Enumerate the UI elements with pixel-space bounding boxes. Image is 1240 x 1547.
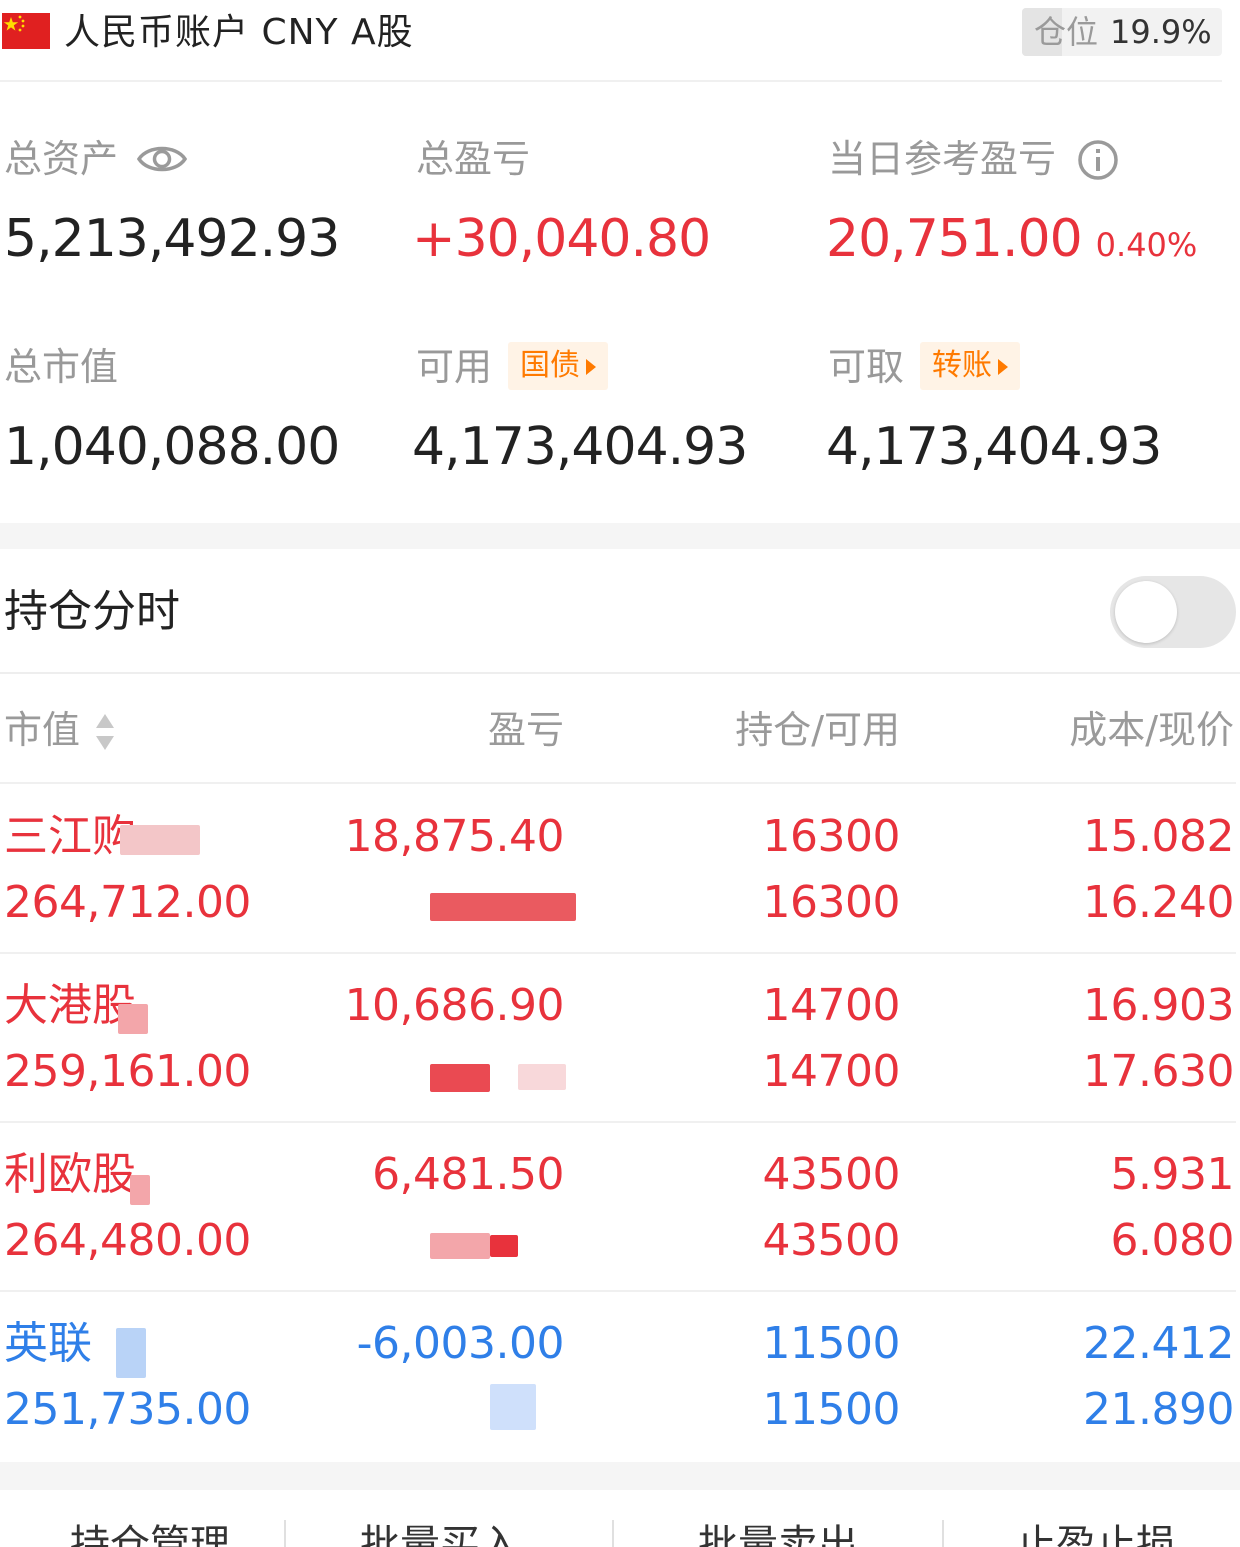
toolbar-batch-buy[interactable]: 批量买入 [290, 1520, 590, 1547]
profit-loss: 6,481.50 [372, 1149, 564, 1200]
total-pl-value: +30,040.80 [412, 209, 711, 269]
stock-name: 英联 [4, 1318, 92, 1369]
position-value: 19.9% [1110, 13, 1212, 51]
available-label-row: 可用 国债 [416, 342, 609, 392]
daily-pl-row: 20,751.00 0.40% [826, 204, 1197, 280]
current-price: 16.240 [1083, 877, 1234, 928]
divider [0, 672, 1240, 674]
daily-pl-label: 当日参考盈亏 [828, 137, 1057, 181]
market-value-value: 1,040,088.00 [4, 417, 340, 477]
holdings-timeshare-toggle[interactable] [1110, 576, 1236, 648]
col-position-available: 持仓/可用 [735, 708, 900, 752]
toolbar-batch-sell[interactable]: 批量卖出 [628, 1520, 928, 1547]
account-header: 人民币账户 CNY A股 仓位 19.9% [0, 0, 1240, 80]
caret-right-icon [586, 358, 597, 375]
privacy-mask [130, 1175, 150, 1205]
market-value: 264,712.00 [4, 877, 251, 928]
stock-name: 三江购 [4, 811, 136, 862]
section-gap [0, 1462, 1240, 1490]
divider [612, 1520, 614, 1547]
privacy-mask [490, 1384, 536, 1430]
total-pl-label: 总盈亏 [416, 137, 531, 181]
transfer-tag-label: 转账 [932, 348, 993, 383]
divider [942, 1520, 944, 1547]
available-qty: 11500 [762, 1384, 901, 1435]
privacy-mask [116, 1328, 146, 1378]
withdrawable-label-row: 可取 转账 [828, 342, 1021, 392]
position-qty: 43500 [762, 1149, 901, 1200]
privacy-mask [430, 893, 576, 921]
cost-price: 15.082 [1083, 811, 1234, 862]
position-badge: 仓位 19.9% [1022, 8, 1222, 56]
profit-loss: 18,875.40 [344, 811, 565, 862]
stock-name: 利欧股 [4, 1149, 136, 1200]
col-pl: 盈亏 [487, 708, 564, 752]
available-value: 4,173,404.93 [412, 417, 748, 477]
table-row[interactable]: 大港股 259,161.00 10,686.90 14700 14700 16.903 17… [0, 954, 1240, 1123]
toolbar-stop-profit-loss[interactable]: 止盈止损 [946, 1520, 1240, 1547]
transfer-tag[interactable]: 转账 [920, 342, 1021, 390]
position-label: 仓位 [1034, 13, 1099, 51]
holdings-timeshare-title: 持仓分时 [4, 586, 180, 637]
table-row[interactable]: 英联 251,735.00 -6,003.00 11500 11500 22.412 21.… [0, 1292, 1240, 1461]
bottom-toolbar: 持仓管理 批量买入 批量卖出 止盈止损 [0, 1490, 1240, 1547]
divider [0, 782, 1236, 784]
col-market-value[interactable]: 市值 [4, 704, 80, 756]
market-value-label: 总市值 [4, 345, 119, 389]
position-qty: 14700 [762, 980, 901, 1031]
cost-price: 5.931 [1110, 1149, 1235, 1200]
withdrawable-value: 4,173,404.93 [826, 417, 1162, 477]
privacy-mask [518, 1064, 566, 1090]
market-value: 251,735.00 [4, 1384, 251, 1435]
market-value: 264,480.00 [4, 1215, 251, 1266]
caret-right-icon [998, 358, 1009, 375]
profit-loss: -6,003.00 [356, 1318, 565, 1369]
cost-price: 22.412 [1083, 1318, 1234, 1369]
total-assets-value: 5,213,492.93 [4, 209, 340, 269]
account-title[interactable]: 人民币账户 CNY A股 [64, 8, 414, 58]
col-cost-price: 成本/现价 [1069, 708, 1234, 752]
position-qty: 16300 [762, 811, 901, 862]
available-label: 可用 [416, 345, 493, 389]
total-assets-label: 总资产 [4, 137, 119, 181]
current-price: 6.080 [1110, 1215, 1235, 1266]
divider [284, 1520, 286, 1547]
toggle-knob [1115, 581, 1177, 643]
privacy-mask [118, 1004, 148, 1034]
privacy-mask [490, 1235, 518, 1257]
daily-pl-value: 20,751.00 [826, 209, 1083, 269]
section-gap [0, 523, 1240, 549]
current-price: 21.890 [1083, 1384, 1234, 1435]
divider [0, 80, 1222, 82]
sort-icon[interactable] [94, 712, 116, 752]
available-qty: 14700 [762, 1046, 901, 1097]
available-qty: 16300 [762, 877, 901, 928]
privacy-mask [120, 825, 200, 855]
stock-name: 大港股 [4, 980, 136, 1031]
cost-price: 16.903 [1083, 980, 1234, 1031]
info-icon[interactable] [1076, 138, 1120, 182]
treasury-bond-tag-label: 国债 [520, 348, 581, 383]
market-value: 259,161.00 [4, 1046, 251, 1097]
privacy-mask [430, 1233, 490, 1259]
available-qty: 43500 [762, 1215, 901, 1266]
eye-icon[interactable] [136, 140, 188, 178]
current-price: 17.630 [1083, 1046, 1234, 1097]
table-row[interactable]: 三江购 264,712.00 18,875.40 16300 16300 15.082 16… [0, 785, 1240, 954]
daily-pl-percent: 0.40% [1095, 226, 1198, 264]
withdrawable-label: 可取 [828, 345, 905, 389]
table-row[interactable]: 利欧股 264,480.00 6,481.50 43500 43500 5.931 6.08… [0, 1123, 1240, 1292]
toolbar-position-management[interactable]: 持仓管理 [0, 1520, 300, 1547]
position-qty: 11500 [762, 1318, 901, 1369]
privacy-mask [430, 1064, 490, 1092]
china-flag-icon [2, 13, 50, 49]
treasury-bond-tag[interactable]: 国债 [508, 342, 609, 390]
profit-loss: 10,686.90 [344, 980, 565, 1031]
